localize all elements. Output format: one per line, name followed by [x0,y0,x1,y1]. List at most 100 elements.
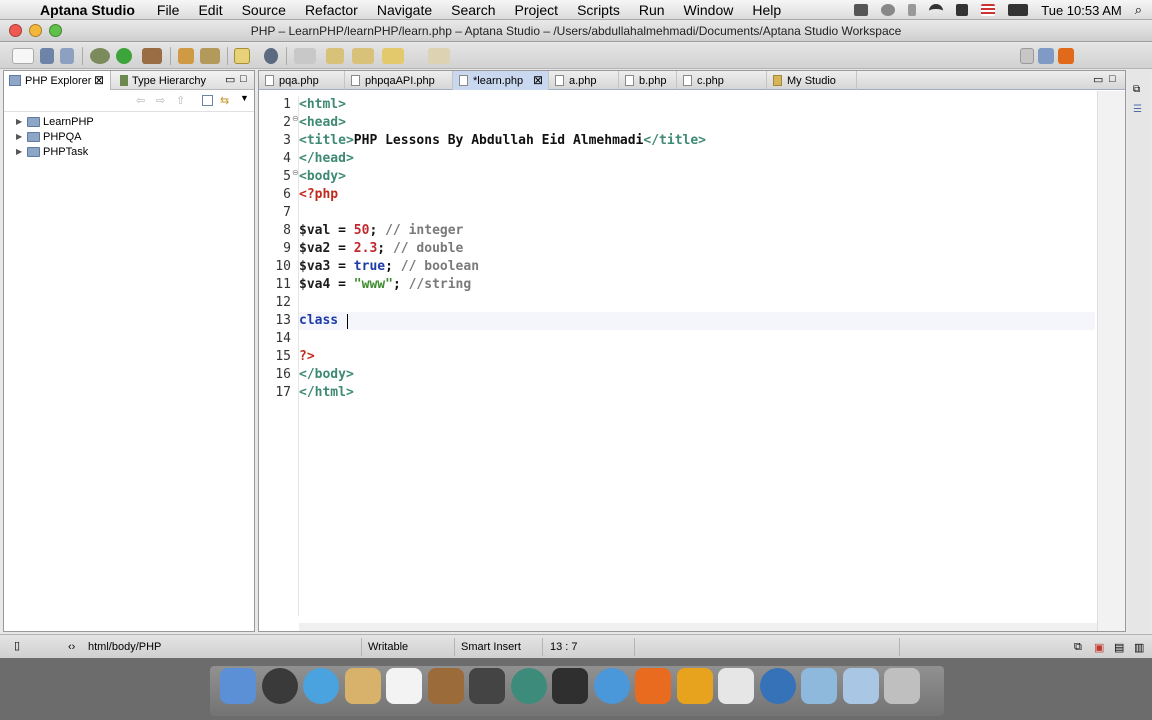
address-book-icon[interactable] [344,668,381,704]
code-line[interactable]: $va3 = true; // boolean [299,258,479,276]
clock[interactable]: Tue 10:53 AM [1041,3,1121,18]
search-icon[interactable] [200,48,220,64]
menu-search[interactable]: Search [451,2,495,18]
adobe-icon[interactable] [718,668,754,704]
up-icon[interactable]: ⇧ [176,94,185,107]
tab-type-hierarchy[interactable]: Type Hierarchy [115,71,213,90]
expand-arrow-icon[interactable]: ▶ [16,147,27,156]
tab-b-php[interactable]: b.php [619,71,677,90]
menu-source[interactable]: Source [242,2,286,18]
outline-view-icon[interactable]: ☰ [1133,104,1142,115]
restore-view-icon[interactable]: ⧉ [1133,84,1140,95]
close-tab-icon[interactable]: ⊠ [94,73,104,87]
calendar-icon[interactable] [386,668,422,704]
run-icon[interactable] [116,48,132,64]
menu-project[interactable]: Project [514,2,558,18]
menu-scripts[interactable]: Scripts [577,2,620,18]
tree-item-phpqa[interactable]: ▶ PHPQA [16,129,82,144]
code-line[interactable]: </head> [299,150,354,168]
save-all-icon[interactable] [60,48,74,64]
us-flag-icon[interactable] [981,4,996,16]
menu-help[interactable]: Help [752,2,781,18]
code-line[interactable]: <html> [299,96,346,114]
code-line[interactable]: <title>PHP Lessons By Abdullah Eid Almeh… [299,132,706,150]
next-annotation-icon[interactable] [326,48,344,64]
view-menu-icon[interactable]: ▼ [240,93,249,103]
back-icon[interactable]: ⇦ [136,94,145,107]
horizontal-scrollbar[interactable] [299,623,1097,631]
bluetooth-icon[interactable] [908,4,917,16]
code-line[interactable]: <body> [299,168,346,186]
menu-edit[interactable]: Edit [198,2,222,18]
menu-window[interactable]: Window [684,2,734,18]
save-icon[interactable] [40,48,54,64]
new-icon[interactable] [12,48,34,64]
back-icon[interactable] [382,48,404,64]
volume-icon[interactable] [956,4,969,16]
settings-gear-icon[interactable] [676,668,713,704]
web-browser-icon[interactable] [264,48,278,64]
code-area[interactable]: 1 2 ⊖ 3 4 5 ⊖ 6 7 8 9 10 11 12 13 14 15 16 17 <html> <head>… [259,91,1125,631]
code-line[interactable]: <head> [299,114,346,132]
debug-icon[interactable] [90,48,110,64]
time-machine-status-icon[interactable] [881,4,896,16]
system-prefs-wheel-icon[interactable] [261,668,298,704]
previous-annotation-icon[interactable] [352,48,374,64]
code-line[interactable]: ?> [299,348,315,366]
console-icon[interactable]: ▣ [1094,641,1104,654]
tab-pqa-php[interactable]: pqa.php [259,71,345,90]
tree-item-learnphp[interactable]: ▶ LearnPHP [16,114,94,129]
spotlight-search-icon[interactable]: ⌕ [1135,2,1142,18]
external-tools-icon[interactable] [142,48,162,64]
chat-icon[interactable] [593,668,630,704]
code-line[interactable]: $va4 = "www"; //string [299,276,471,294]
menu-refactor[interactable]: Refactor [305,2,358,18]
star-icon[interactable] [469,668,505,704]
app-menu[interactable]: Aptana Studio [40,2,135,18]
expand-arrow-icon[interactable]: ▶ [16,132,27,141]
maximize-editor-icon[interactable]: □ [1109,73,1116,85]
toggle-mark-occurrences-icon[interactable] [234,48,250,64]
open-type-icon[interactable] [178,48,194,64]
menu-run[interactable]: Run [639,2,665,18]
time-machine-icon[interactable] [510,668,547,704]
applications-folder-icon[interactable] [801,668,837,704]
open-perspective-icon[interactable] [1020,48,1034,64]
code-line[interactable]: class [299,312,338,330]
zoin-icon[interactable] [552,668,588,704]
problems-icon[interactable]: ▥ [1134,641,1144,654]
code-line[interactable]: </html> [299,384,354,402]
code-line[interactable]: $val = 50; // integer [299,222,463,240]
screen-share-icon[interactable] [854,4,869,16]
restore-icon[interactable]: ⧉ [1074,641,1082,654]
tab-a-php[interactable]: a.php [549,71,619,90]
tab-learn-php[interactable]: *learn.php ⊠ [453,71,549,90]
code-line[interactable]: </body> [299,366,354,384]
trash-icon[interactable] [884,668,920,704]
breadcrumb[interactable]: html/body/PHP [88,641,161,653]
wifi-icon[interactable] [929,4,944,16]
forward-icon[interactable] [428,48,450,64]
code-line[interactable]: <?php [299,186,338,204]
finder-icon[interactable] [220,668,256,704]
tab-phpqaapi-php[interactable]: phpqaAPI.php [345,71,453,90]
status-icon[interactable]: ▯ [14,639,20,652]
network-icon[interactable] [759,668,796,704]
safari-icon[interactable] [303,668,339,704]
minimize-editor-icon[interactable]: ▭ [1093,73,1103,86]
close-tab-icon[interactable]: ⊠ [533,73,543,87]
link-with-editor-icon[interactable]: ⇆ [220,94,229,107]
tab-php-explorer[interactable]: PHP Explorer ⊠ [4,71,111,90]
expand-arrow-icon[interactable]: ▶ [16,117,27,126]
aptana-perspective-icon[interactable] [1058,48,1074,64]
menu-navigate[interactable]: Navigate [377,2,432,18]
tab-c-php[interactable]: c.php [677,71,767,90]
tree-item-phptask[interactable]: ▶ PHPTask [16,144,88,159]
pin-editor-icon[interactable] [294,48,316,64]
collapse-all-icon[interactable] [202,95,213,106]
battery-icon[interactable] [1008,4,1029,16]
documents-folder-icon[interactable] [842,668,879,704]
firefox-icon[interactable] [635,668,671,704]
iphoto-icon[interactable] [427,668,464,704]
code-line[interactable]: $va2 = 2.3; // double [299,240,463,258]
